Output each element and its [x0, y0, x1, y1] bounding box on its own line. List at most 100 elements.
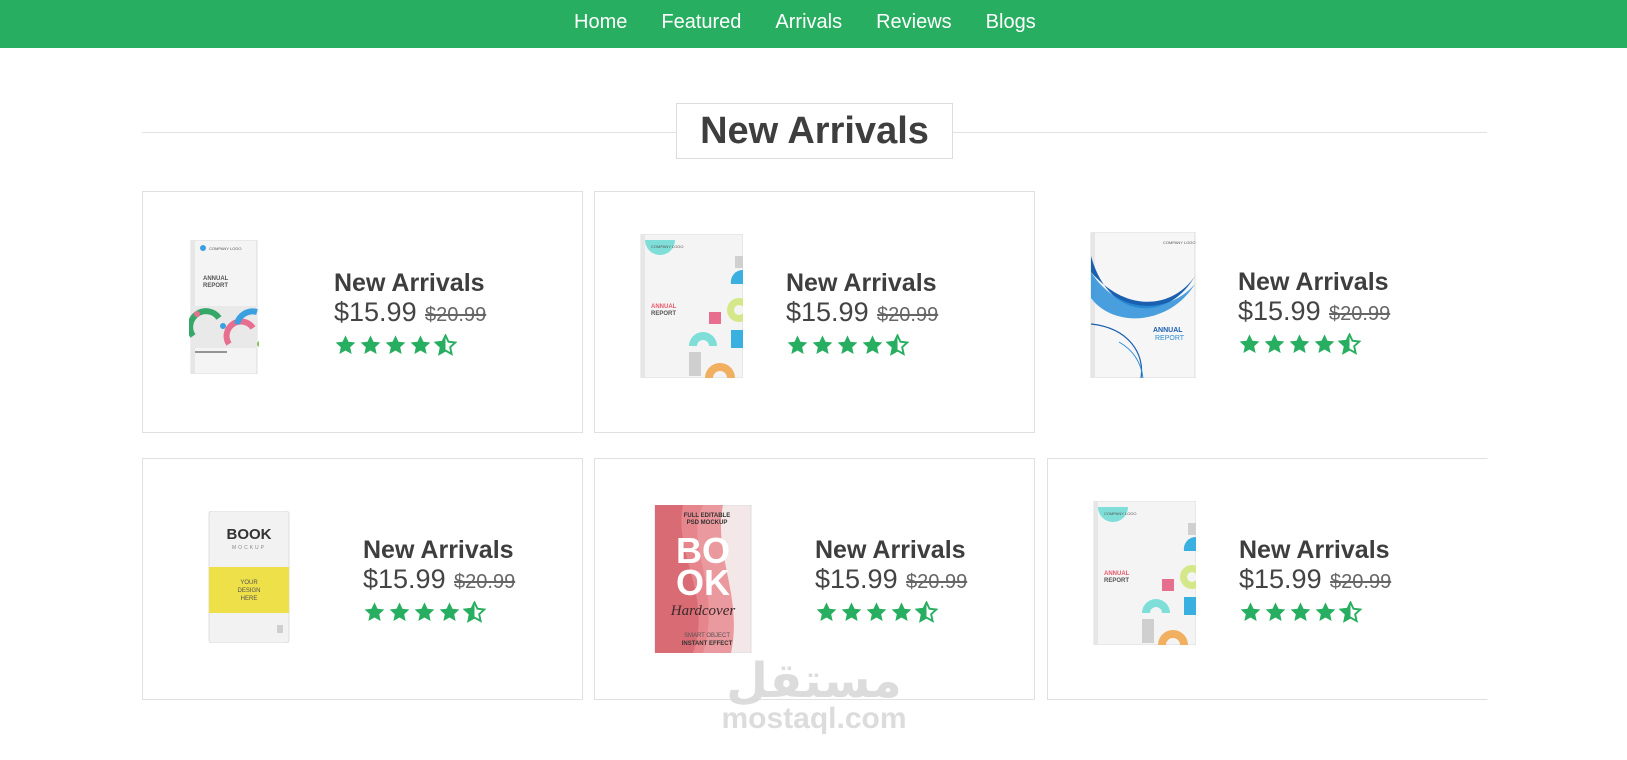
cover-subtitle: MOCKUP — [232, 545, 266, 551]
product-price: $15.99 — [363, 564, 446, 594]
star-icon — [1240, 602, 1261, 621]
rating-stars — [334, 334, 486, 356]
cover-big-line2: OK — [676, 562, 730, 603]
price-row: $15.99 $20.99 — [1239, 564, 1391, 599]
book-cover-image[interactable]: COMPANY LOGO ANNUAL REPORT — [189, 240, 259, 374]
product-info: New Arrivals $15.99 $20.99 — [1239, 536, 1391, 623]
nav-link-arrivals[interactable]: Arrivals — [775, 0, 842, 44]
product-card[interactable]: COMPANY LOGO ANNUAL REPORT New Arrivals … — [142, 191, 583, 433]
cover-tag-line2: DESIGN — [237, 588, 260, 594]
product-card[interactable]: COMPANY LOGO ANNUAL REPORT New Arrivals … — [1047, 458, 1488, 700]
product-info: New Arrivals $15.99 $20.99 — [1238, 268, 1390, 355]
book-cover-image[interactable]: COMPANY LOGO ANNUAL REPORT — [639, 234, 743, 378]
book-cover-image[interactable]: BOOK MOCKUP YOUR DESIGN HERE — [207, 511, 291, 643]
star-half-icon — [1338, 333, 1361, 354]
star-icon — [837, 335, 858, 354]
star-icon — [816, 602, 837, 621]
product-card[interactable]: COMPANY LOGO ANNUAL REPORT New Arrivals … — [594, 191, 1035, 433]
product-title[interactable]: New Arrivals — [815, 536, 967, 564]
star-icon — [414, 602, 435, 621]
star-half-icon — [886, 334, 909, 355]
product-title[interactable]: New Arrivals — [786, 269, 938, 297]
star-icon — [1264, 334, 1285, 353]
product-title[interactable]: New Arrivals — [363, 536, 515, 564]
nav-link-blogs[interactable]: Blogs — [986, 0, 1036, 44]
cover-tag-line3: HERE — [241, 596, 258, 602]
cover-title: BOOK — [227, 526, 272, 543]
star-icon — [335, 335, 356, 354]
book-cover-image[interactable]: FULL EDITABLE PSD MOCKUP BO OK Hardcover… — [653, 505, 753, 653]
mostaql-watermark: مستقل mostaql.com — [714, 653, 914, 735]
product-info: New Arrivals $15.99 $20.99 — [786, 269, 938, 356]
star-icon — [812, 335, 833, 354]
product-info: New Arrivals $15.99 $20.99 — [334, 269, 486, 356]
cover-brand-text: COMPANY LOGO — [651, 244, 684, 249]
product-old-price: $20.99 — [1330, 571, 1392, 593]
product-title[interactable]: New Arrivals — [334, 269, 486, 297]
cover-title-line2: REPORT — [1155, 335, 1185, 342]
price-row: $15.99 $20.99 — [363, 564, 515, 599]
rating-stars — [363, 601, 515, 623]
product-price: $15.99 — [815, 564, 898, 594]
price-row: $15.99 $20.99 — [786, 297, 938, 332]
star-icon — [410, 335, 431, 354]
product-price: $15.99 — [1239, 564, 1322, 594]
rating-stars — [1239, 601, 1391, 623]
rating-stars — [1238, 333, 1390, 355]
product-card[interactable]: COMPANY LOGO ANNUAL REPORT New Arrivals … — [1046, 191, 1487, 433]
cover-title-line1: ANNUAL — [203, 276, 229, 282]
top-navbar: Home Featured Arrivals Reviews Blogs — [0, 0, 1627, 48]
star-half-icon — [434, 334, 457, 355]
cover-brand-text: COMPANY LOGO — [1104, 511, 1137, 516]
star-icon — [439, 602, 460, 621]
price-row: $15.99 $20.99 — [1238, 296, 1390, 331]
nav-link-reviews[interactable]: Reviews — [876, 0, 952, 44]
cover-title-line1: ANNUAL — [651, 304, 677, 310]
cover-top-line1: FULL EDITABLE — [684, 513, 730, 519]
nav-link-featured[interactable]: Featured — [661, 0, 741, 44]
cover-title-line2: REPORT — [1104, 578, 1129, 584]
star-half-icon — [1339, 601, 1362, 622]
rating-stars — [815, 601, 967, 623]
star-icon — [1289, 334, 1310, 353]
book-cover-image[interactable]: COMPANY LOGO ANNUAL REPORT — [1092, 501, 1196, 645]
rating-stars — [786, 334, 938, 356]
nav-link-home[interactable]: Home — [574, 0, 627, 44]
star-icon — [1239, 334, 1260, 353]
cover-script-text: Hardcover — [670, 603, 736, 619]
cover-bottom-line2: INSTANT EFFECT — [682, 641, 733, 647]
product-title[interactable]: New Arrivals — [1239, 536, 1391, 564]
product-old-price: $20.99 — [1329, 303, 1391, 325]
watermark-latin-text: mostaql.com — [721, 702, 907, 735]
star-icon — [385, 335, 406, 354]
star-icon — [1314, 334, 1335, 353]
cover-top-line2: PSD MOCKUP — [687, 520, 728, 526]
star-icon — [364, 602, 385, 621]
product-old-price: $20.99 — [454, 571, 516, 593]
cover-title-line2: REPORT — [651, 311, 676, 317]
product-old-price: $20.99 — [877, 304, 939, 326]
star-icon — [841, 602, 862, 621]
star-icon — [1290, 602, 1311, 621]
watermark-arabic-text: مستقل — [726, 653, 902, 709]
product-old-price: $20.99 — [425, 304, 487, 326]
star-icon — [360, 335, 381, 354]
cover-tag-line1: YOUR — [240, 580, 258, 586]
product-price: $15.99 — [786, 297, 869, 327]
section-heading: New Arrivals — [676, 103, 953, 159]
star-icon — [862, 335, 883, 354]
star-icon — [1265, 602, 1286, 621]
section-heading-text: New Arrivals — [700, 109, 929, 152]
price-row: $15.99 $20.99 — [815, 564, 967, 599]
price-row: $15.99 $20.99 — [334, 297, 486, 332]
product-title[interactable]: New Arrivals — [1238, 268, 1390, 296]
book-cover-image[interactable]: COMPANY LOGO ANNUAL REPORT — [1089, 232, 1197, 378]
product-card[interactable]: BOOK MOCKUP YOUR DESIGN HERE New Arrival… — [142, 458, 583, 700]
star-half-icon — [915, 601, 938, 622]
star-half-icon — [463, 601, 486, 622]
product-old-price: $20.99 — [906, 571, 968, 593]
product-price: $15.99 — [1238, 296, 1321, 326]
cover-title-line2: REPORT — [203, 283, 228, 289]
star-icon — [866, 602, 887, 621]
nav-links: Home Featured Arrivals Reviews Blogs — [574, 0, 1070, 44]
